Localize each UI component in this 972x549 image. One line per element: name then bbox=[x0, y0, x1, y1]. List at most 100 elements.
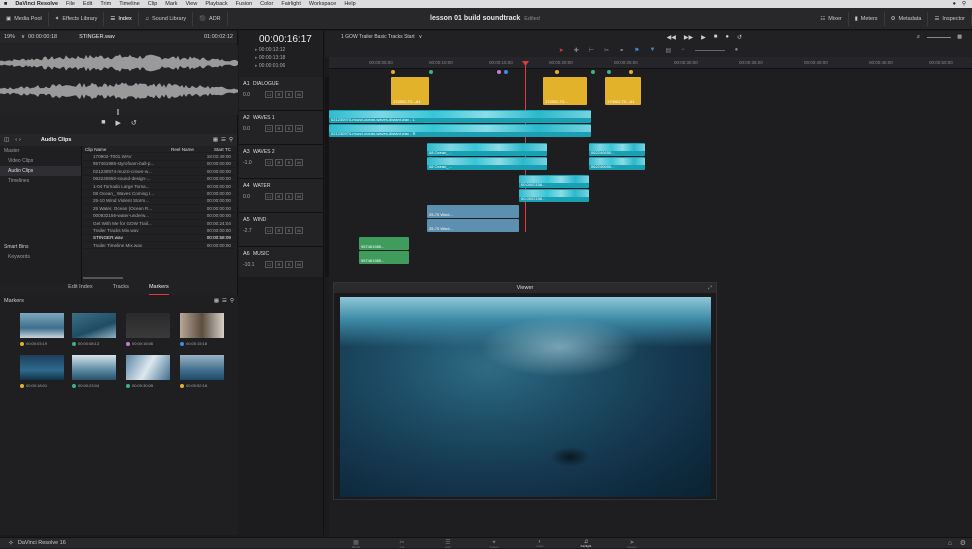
effects-library-button[interactable]: ✦ Effects Library bbox=[49, 11, 105, 26]
solo-button[interactable]: S bbox=[285, 125, 293, 132]
flag-icon[interactable]: ⚑ bbox=[634, 47, 639, 54]
marker-item-label[interactable]: 00:00:15:18 bbox=[180, 341, 207, 346]
smart-bins-header[interactable]: Smart Bins bbox=[0, 242, 81, 252]
bin-video-clips[interactable]: Video Clips bbox=[0, 156, 81, 166]
marker-item-label[interactable]: 00:00:52:18 bbox=[180, 383, 207, 388]
track-header-a6[interactable]: A6 MUSIC -10.1 ☐ R S M bbox=[239, 247, 323, 281]
viewer-window[interactable]: Viewer ⤢ bbox=[333, 282, 717, 500]
marker-icon[interactable]: ▼ bbox=[649, 47, 655, 53]
pointer-tool-icon[interactable]: ➤ bbox=[559, 47, 564, 54]
ruler-marker[interactable] bbox=[504, 70, 508, 74]
clip-wind-2[interactable]: 25-70 Wind... bbox=[427, 219, 519, 232]
adr-button[interactable]: ⚫ ADR bbox=[193, 11, 228, 26]
record-button[interactable]: R bbox=[275, 261, 283, 268]
clip-list-row[interactable]: 000932156-water-underw... 00:00:00:00 bbox=[83, 213, 238, 220]
track-volume[interactable]: -10.1 bbox=[243, 262, 254, 268]
bin-list-icon[interactable]: ◫ bbox=[4, 137, 9, 143]
marker-thumbnail[interactable] bbox=[126, 313, 170, 338]
column-clip-name[interactable]: Clip Name bbox=[83, 147, 171, 152]
list-view-icon[interactable]: ☰ bbox=[221, 137, 226, 143]
spotlight-icon[interactable]: ⚲ bbox=[962, 1, 966, 7]
chevron-down-icon[interactable]: ∨ bbox=[21, 34, 25, 40]
clip-music-2[interactable]: 957461985... bbox=[359, 251, 409, 264]
menu-timeline[interactable]: Timeline bbox=[119, 1, 140, 7]
solo-button[interactable]: S bbox=[285, 227, 293, 234]
lock-icon[interactable]: ☐ bbox=[265, 91, 273, 98]
stop-icon[interactable]: ■ bbox=[101, 119, 105, 129]
track-volume[interactable]: 0.0 bbox=[243, 126, 250, 132]
clip-list-row[interactable]: 25 Water, Ocean (Ocean R... 00:00:00:00 bbox=[83, 205, 238, 213]
track-header-a5[interactable]: A5 WIND -2.7 ☐ R S M bbox=[239, 213, 323, 247]
lock-icon[interactable]: ☐ bbox=[265, 125, 273, 132]
clip-dialogue-2[interactable]: 170902-T0... bbox=[543, 77, 587, 105]
bin-master[interactable]: Master bbox=[0, 146, 81, 156]
speaker-icon[interactable]: ♬ bbox=[916, 34, 921, 40]
track-name[interactable]: WAVES 2 bbox=[253, 149, 275, 155]
track-name[interactable]: WAVES 1 bbox=[253, 115, 275, 121]
marker-item-label[interactable]: 00:00:30:05 bbox=[126, 383, 153, 388]
menu-fusion[interactable]: Fusion bbox=[236, 1, 253, 7]
menu-color[interactable]: Color bbox=[260, 1, 273, 7]
track-volume[interactable]: 0.0 bbox=[243, 194, 250, 200]
source-waveform[interactable] bbox=[0, 45, 238, 115]
marker-item-label[interactable]: 00:00:03:19 bbox=[20, 341, 47, 346]
track-name[interactable]: DIALOGUE bbox=[253, 81, 279, 87]
menu-workspace[interactable]: Workspace bbox=[309, 1, 336, 7]
sound-library-button[interactable]: ♫ Sound Library bbox=[139, 11, 194, 26]
range-tool-icon[interactable]: ✚ bbox=[574, 47, 579, 54]
record-button[interactable]: R bbox=[275, 91, 283, 98]
ruler-marker[interactable] bbox=[429, 70, 433, 74]
page-fairlight[interactable]: ♫ Fairlight bbox=[576, 539, 596, 548]
clip-list-row[interactable]: Get With Me for GOW Trail... 00:00:24:04 bbox=[83, 220, 238, 228]
marker-item-label[interactable]: 00:00:23:04 bbox=[72, 383, 99, 388]
lock-icon[interactable]: ☐ bbox=[265, 193, 273, 200]
source-zoom[interactable]: 19% bbox=[4, 34, 15, 40]
expand-icon[interactable]: ⤢ bbox=[708, 285, 712, 291]
clip-list-row[interactable]: 08 Ocean_ Waves Coming I... 00:00:00:00 bbox=[83, 190, 238, 198]
ruler-marker[interactable] bbox=[607, 70, 611, 74]
clip-ocean-4[interactable]: 062240650... bbox=[589, 157, 645, 170]
solo-button[interactable]: S bbox=[285, 159, 293, 166]
clip-waves1-r[interactable]: 021230974-muzzi-ocean-waves-distant.wav … bbox=[329, 124, 591, 137]
timeline-name[interactable]: 1 GOW Trailer Basic Tracks Start bbox=[341, 34, 415, 40]
clip-waves1-l[interactable]: 021230974-muzzi-ocean-waves-distant.wav … bbox=[329, 110, 591, 123]
marker-thumbnail[interactable] bbox=[20, 355, 64, 380]
marker-item-label[interactable]: 00:00:16:06 bbox=[126, 341, 153, 346]
media-pool-button[interactable]: ▣ Media Pool bbox=[0, 11, 49, 26]
clip-wind-1[interactable]: 25-70 Wind... bbox=[427, 205, 519, 218]
blade-icon[interactable]: ✂ bbox=[604, 47, 609, 54]
clip-list-row[interactable]: 021230974-muzzi-crown-w... 00:00:00:00 bbox=[83, 168, 238, 176]
mute-button[interactable]: M bbox=[295, 125, 303, 132]
index-button[interactable]: ☰ Index bbox=[104, 11, 139, 26]
zoom-out-icon[interactable]: − bbox=[681, 47, 685, 53]
marker-item-label[interactable]: 00:00:18:01 bbox=[20, 383, 47, 388]
rewind-icon[interactable]: ◀◀ bbox=[667, 34, 676, 41]
solo-button[interactable]: S bbox=[285, 261, 293, 268]
clip-ocean-1[interactable]: 08 Ocean_... bbox=[427, 143, 547, 156]
snap-icon[interactable]: ⊢ bbox=[589, 47, 594, 54]
clip-list-row[interactable]: 062240650-sound-design-... 00:00:00:00 bbox=[83, 176, 238, 183]
search-icon[interactable]: ⚲ bbox=[229, 137, 233, 143]
menu-file[interactable]: File bbox=[66, 1, 75, 7]
ruler-marker[interactable] bbox=[629, 70, 633, 74]
clip-list-row[interactable]: 1-04 Tornado Large Torna... 00:00:00:00 bbox=[83, 183, 238, 191]
clip-list-row[interactable]: Trailer Timeline Mix.wav 00:00:00:00 bbox=[83, 242, 238, 250]
record-button[interactable]: R bbox=[275, 125, 283, 132]
marker-thumbnail[interactable] bbox=[20, 313, 64, 338]
menu-view[interactable]: View bbox=[186, 1, 198, 7]
zoom-slider[interactable] bbox=[694, 49, 725, 51]
track-header-a3[interactable]: A3 WAVES 2 -1.0 ☐ R S M bbox=[239, 145, 323, 179]
ruler-marker[interactable] bbox=[497, 70, 501, 74]
track-header-a1[interactable]: A1 DIALOGUE 0.0 ☐ R S M bbox=[239, 77, 323, 111]
tab-markers[interactable]: Markers bbox=[148, 284, 169, 295]
column-reel-name[interactable]: Reel Name bbox=[171, 147, 199, 152]
track-header-a2[interactable]: A2 WAVES 1 0.0 ☐ R S M bbox=[239, 111, 323, 145]
clip-water-1[interactable]: 00.0002156... bbox=[519, 175, 589, 188]
record-button[interactable]: R bbox=[275, 159, 283, 166]
loop-icon[interactable]: ↺ bbox=[737, 34, 742, 41]
lock-icon[interactable]: ☐ bbox=[265, 261, 273, 268]
mute-button[interactable]: M bbox=[295, 261, 303, 268]
search-icon[interactable]: ⚲ bbox=[230, 298, 234, 304]
track-volume[interactable]: -2.7 bbox=[243, 228, 252, 234]
play-icon[interactable]: ▶ bbox=[701, 34, 706, 41]
